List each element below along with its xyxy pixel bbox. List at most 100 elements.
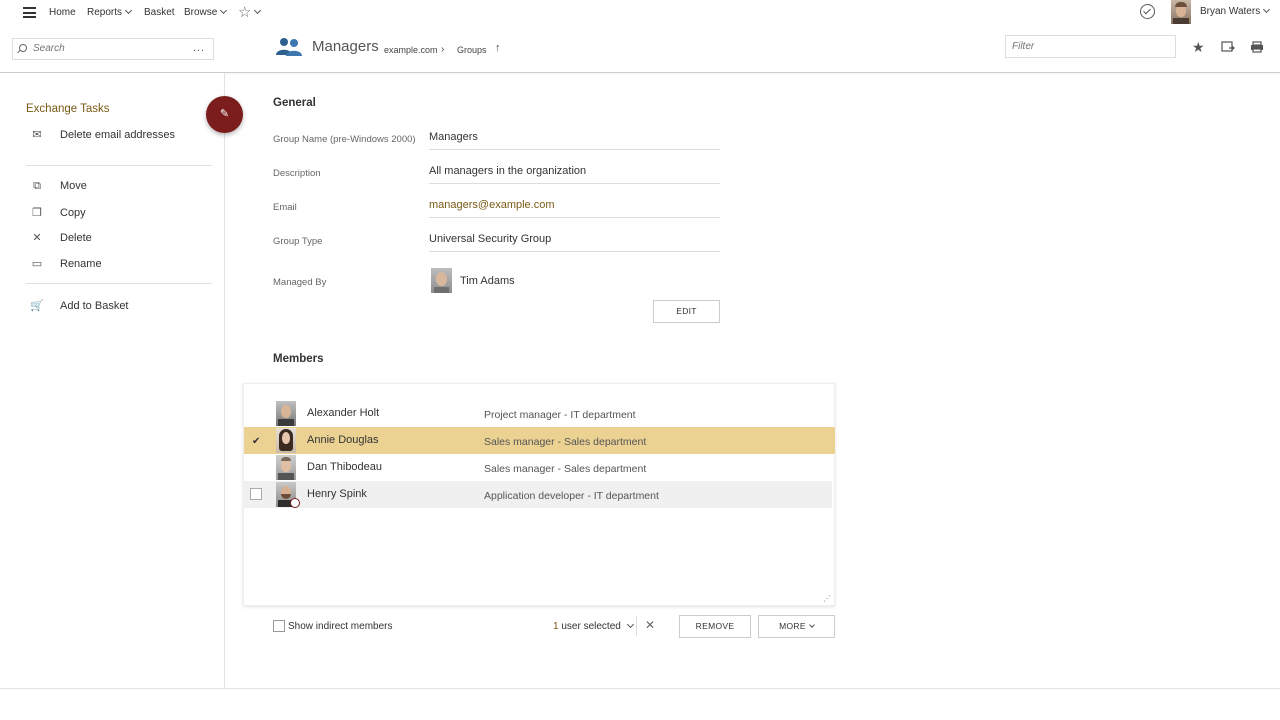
checkmark-icon[interactable]: ✔ (252, 436, 260, 447)
more-button-label: MORE (779, 621, 806, 631)
member-name: Dan Thibodeau (307, 461, 383, 473)
avatar (276, 455, 296, 480)
group-type-label: Group Type (273, 236, 323, 247)
list-item[interactable]: Henry Spink Application developer - IT d… (244, 481, 832, 508)
search-icon (19, 44, 27, 52)
row-checkbox[interactable] (250, 488, 262, 500)
sidebar-divider (26, 165, 212, 166)
sidebar-item-label: Copy (60, 207, 86, 219)
chevron-right-icon: › (441, 44, 445, 55)
group-name-label: Group Name (pre-Windows 2000) (273, 134, 416, 145)
search-box: ... (12, 38, 214, 60)
member-description: Sales manager - Sales department (484, 463, 647, 475)
show-indirect-members-checkbox[interactable] (273, 620, 285, 632)
chevron-down-icon (1263, 5, 1271, 14)
member-name: Alexander Holt (307, 407, 380, 419)
avatar[interactable] (431, 268, 452, 293)
search-options-button[interactable]: ... (193, 42, 205, 54)
clock-icon (290, 498, 300, 508)
managed-by-name[interactable]: Tim Adams (460, 275, 515, 287)
general-section-title: General (273, 97, 316, 109)
selected-suffix: user selected (561, 621, 621, 632)
chevron-down-icon (809, 622, 815, 628)
list-item[interactable]: Alexander Holt Project manager - IT depa… (244, 400, 832, 427)
selection-summary[interactable]: 1 user selected (553, 620, 634, 632)
sidebar-item-rename[interactable]: ▭ Rename (30, 257, 102, 275)
members-section-title: Members (273, 353, 324, 365)
delete-icon: ✕ (32, 232, 42, 244)
nav-browse-label: Browse (184, 7, 218, 18)
favorites-star-icon[interactable]: ☆ (238, 3, 262, 21)
member-description: Sales manager - Sales department (484, 436, 647, 448)
chevron-down-icon (254, 6, 262, 15)
sidebar-item-move[interactable]: ⧉ Move (30, 180, 87, 198)
copy-icon: ❐ (32, 207, 42, 219)
footer-divider (0, 688, 1280, 689)
avatar (276, 401, 296, 426)
arrow-up-icon[interactable]: ↑ (495, 42, 501, 54)
user-menu[interactable]: Bryan Waters (1200, 5, 1271, 17)
avatar (276, 428, 296, 453)
breadcrumb-groups[interactable]: Groups (457, 45, 487, 55)
clear-selection-icon[interactable]: ✕ (645, 618, 655, 632)
email-label: Email (273, 202, 297, 213)
remove-button[interactable]: REMOVE (679, 615, 751, 638)
group-name-field[interactable]: Managers (429, 131, 720, 150)
divider (636, 616, 637, 636)
sidebar-item-label: Move (60, 180, 87, 192)
avatar[interactable] (1171, 0, 1191, 24)
sidebar-item-label: Rename (60, 258, 102, 270)
top-navigation: Home Reports Basket Browse ☆ Bryan Water… (0, 0, 1280, 26)
sidebar-item-copy[interactable]: ❐ Copy (30, 206, 86, 224)
show-indirect-members-label[interactable]: Show indirect members (288, 621, 392, 632)
members-list: Alexander Holt Project manager - IT depa… (243, 383, 835, 606)
sidebar-item-label: Delete (60, 232, 92, 244)
group-icon (276, 38, 302, 56)
chevron-down-icon (626, 620, 634, 629)
description-label: Description (273, 168, 321, 179)
nav-basket[interactable]: Basket (144, 7, 175, 18)
member-description: Application developer - IT department (484, 490, 659, 502)
open-window-icon[interactable] (1221, 41, 1235, 53)
member-description: Project manager - IT department (484, 409, 636, 421)
pencil-icon: ✎ (219, 108, 230, 120)
list-item[interactable]: Dan Thibodeau Sales manager - Sales depa… (244, 454, 832, 481)
page-title: Managers (312, 38, 379, 55)
member-name: Henry Spink (307, 488, 367, 500)
nav-home[interactable]: Home (49, 7, 76, 18)
breadcrumb-domain[interactable]: example.com (384, 45, 438, 55)
more-button[interactable]: MORE (758, 615, 835, 638)
edit-fab-button[interactable]: ✎ (206, 96, 243, 133)
move-icon: ⧉ (33, 180, 41, 192)
sidebar-item-delete-email-addresses[interactable]: ✉ Delete email addresses (30, 128, 175, 146)
email-delete-icon: ✉ (32, 129, 42, 141)
description-field[interactable]: All managers in the organization (429, 165, 720, 184)
tasks-check-icon[interactable] (1140, 4, 1155, 19)
sidebar: Exchange Tasks ✉ Delete email addresses ⧉… (0, 73, 225, 688)
sidebar-item-delete[interactable]: ✕ Delete (30, 231, 92, 249)
favorite-star-icon[interactable]: ★ (1192, 39, 1205, 56)
resize-grip-icon[interactable]: ⋰ (823, 594, 831, 603)
nav-browse[interactable]: Browse (184, 6, 228, 18)
sidebar-item-add-to-basket[interactable]: 🛒 Add to Basket (30, 299, 129, 317)
sidebar-divider (26, 283, 212, 284)
filter-input[interactable] (1012, 41, 1167, 52)
selected-count: 1 (553, 621, 559, 632)
filter-box (1005, 35, 1176, 58)
list-item[interactable]: ✔ Annie Douglas Sales manager - Sales de… (244, 427, 835, 454)
print-icon[interactable] (1250, 41, 1264, 53)
user-name: Bryan Waters (1200, 6, 1261, 17)
sidebar-item-label: Add to Basket (60, 300, 129, 312)
member-name: Annie Douglas (307, 434, 379, 446)
edit-button[interactable]: EDIT (653, 300, 720, 323)
email-field[interactable]: managers@example.com (429, 199, 720, 218)
chevron-down-icon (124, 6, 133, 15)
managed-by-label: Managed By (273, 277, 327, 288)
search-input[interactable] (33, 43, 193, 54)
hamburger-menu-icon[interactable] (23, 7, 36, 18)
group-type-field[interactable]: Universal Security Group (429, 233, 720, 252)
sidebar-section-title: Exchange Tasks (26, 103, 110, 115)
basket-icon: 🛒 (30, 300, 44, 312)
chevron-down-icon (220, 6, 228, 15)
nav-reports[interactable]: Reports (87, 6, 133, 18)
